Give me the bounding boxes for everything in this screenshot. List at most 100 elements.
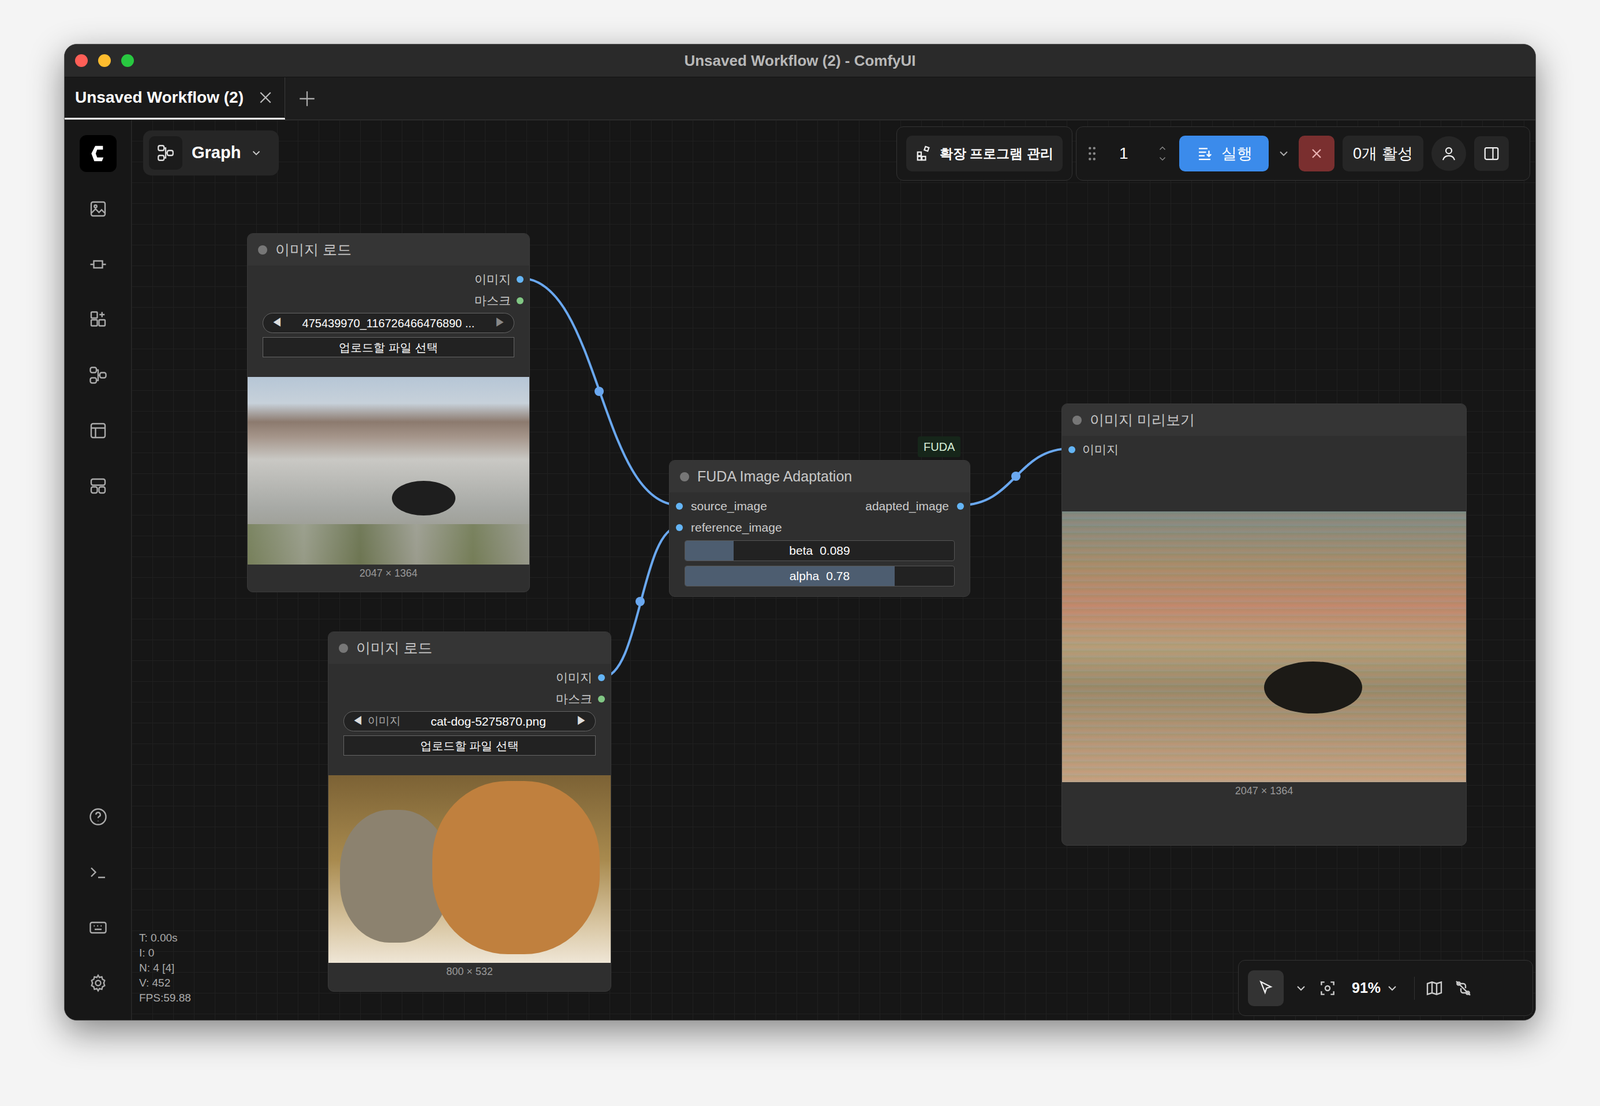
node-header[interactable]: FUDA Image Adaptation (669, 460, 970, 493)
select-tool-button[interactable] (1247, 970, 1284, 1007)
close-window-icon[interactable] (75, 54, 88, 67)
slider-widget[interactable]: alpha0.78 (684, 565, 955, 587)
increment-icon[interactable] (1156, 143, 1169, 154)
combo-next[interactable]: ▶ (494, 314, 506, 332)
minimap-icon[interactable] (1425, 978, 1444, 998)
slider-widget[interactable]: beta0.089 (684, 540, 955, 562)
extensions-button[interactable]: 확장 프로그램 관리 (906, 135, 1063, 172)
traffic-lights (75, 54, 134, 67)
fit-view-icon[interactable] (1318, 978, 1337, 998)
image-combo[interactable]: ◀ 이미지 cat-dog-5275870.png ▶ (343, 711, 596, 732)
output-slot[interactable]: 이미지 (247, 268, 530, 290)
output-slot[interactable]: 마스크 (247, 289, 530, 312)
run-queue-icon (1195, 144, 1214, 163)
fuda-node[interactable]: FUDA Image Adaptation source_image refer… (668, 460, 971, 597)
slot-dot[interactable] (956, 502, 964, 510)
stepper[interactable] (1156, 143, 1169, 164)
node-title: 이미지 로드 (356, 637, 433, 660)
node-header[interactable]: 이미지 로드 (328, 632, 611, 664)
zoom-window-icon[interactable] (121, 54, 134, 67)
load-image-node[interactable]: 이미지 로드 이미지 마스크 ◀ 475439970_1167264664768… (247, 233, 530, 593)
help-icon[interactable] (87, 789, 109, 845)
dog-shape (432, 780, 600, 955)
workflow-tab[interactable]: Unsaved Workflow (2) (64, 77, 286, 120)
combo-prev[interactable]: ◀ (352, 712, 364, 730)
output-slot[interactable]: adapted_image (865, 495, 970, 517)
image-combo[interactable]: ◀ 475439970_116726466476890 ... ▶ (262, 312, 515, 334)
terminal-icon[interactable] (87, 844, 109, 900)
slot-label: 마스크 (474, 291, 511, 310)
input-slot[interactable]: reference_image (669, 516, 783, 538)
output-slot[interactable]: 마스크 (328, 688, 611, 710)
link-wire (602, 526, 679, 678)
slot-label: 마스크 (555, 689, 593, 709)
hide-links-icon[interactable] (1453, 978, 1473, 998)
drag-handle-icon[interactable] (1084, 144, 1100, 163)
images-icon[interactable] (87, 181, 109, 237)
main-area: Graph 확장 프로그램 관리 1 (64, 120, 1536, 1020)
node-title: 이미지 미리보기 (1089, 409, 1195, 432)
node-library-icon[interactable] (87, 292, 109, 348)
queue-icon[interactable] (87, 458, 109, 514)
output-slot[interactable]: 이미지 (328, 666, 611, 689)
tool-chevron-icon[interactable] (1294, 981, 1308, 996)
link-wire (520, 278, 679, 506)
close-tab-icon[interactable] (256, 88, 275, 107)
slot-dot[interactable] (1068, 446, 1076, 454)
node-slots: source_image reference_image adapted_ima… (669, 492, 970, 538)
run-label: 실행 (1221, 141, 1253, 166)
active-jobs-button[interactable]: 0개 활성 (1342, 135, 1424, 172)
combo-prev[interactable]: ◀ (271, 314, 283, 332)
new-tab-button[interactable] (285, 77, 330, 120)
image-preview (328, 775, 611, 963)
combo-next[interactable]: ▶ (576, 712, 588, 730)
slot-dot[interactable] (675, 502, 683, 510)
settings-gear-icon[interactable] (87, 955, 109, 1011)
run-button[interactable]: 실행 (1179, 135, 1269, 172)
upload-label: 업로드할 파일 선택 (420, 737, 519, 755)
comfy-logo-icon[interactable] (79, 135, 117, 173)
slot-dot[interactable] (597, 674, 605, 682)
node-title: 이미지 로드 (275, 238, 352, 261)
upload-button[interactable]: 업로드할 파일 선택 (343, 735, 596, 756)
run-options-chevron-icon[interactable] (1276, 146, 1291, 161)
image-size: 2047 × 1364 (359, 565, 418, 582)
graph-canvas[interactable]: Graph 확장 프로그램 관리 1 (131, 120, 1536, 1020)
preview-image-node[interactable]: 이미지 미리보기 이미지 2047 × 1364 (1061, 403, 1467, 846)
model-library-icon[interactable] (87, 236, 109, 293)
templates-icon[interactable] (87, 402, 109, 459)
slider-value: 0.78 (825, 566, 850, 586)
image-preview (247, 376, 530, 565)
node-outputs: adapted_image (865, 495, 970, 538)
image-size-row: 2047 × 1364 (247, 564, 530, 582)
zoom-control[interactable]: 91% (1347, 977, 1404, 1000)
slot-dot[interactable] (675, 524, 683, 532)
input-slot[interactable]: 이미지 (1062, 438, 1467, 461)
batch-count-input[interactable]: 1 (1107, 135, 1172, 172)
panel-toggle-button[interactable] (1474, 136, 1509, 171)
pointer-icon (1257, 979, 1275, 997)
view-switcher[interactable]: Graph (143, 130, 279, 176)
slot-dot[interactable] (516, 275, 524, 283)
slot-dot[interactable] (516, 297, 524, 305)
user-button[interactable] (1431, 136, 1467, 171)
keyboard-icon[interactable] (87, 899, 109, 956)
node-inputs: source_image reference_image (669, 495, 783, 538)
stat-line: V: 452 (139, 975, 192, 991)
output-image (1062, 511, 1467, 783)
slot-dot[interactable] (597, 695, 605, 703)
divider (1414, 976, 1415, 1000)
node-widgets: beta0.089 alpha0.78 (669, 537, 970, 587)
node-header[interactable]: 이미지 로드 (247, 233, 530, 266)
input-slot[interactable]: source_image (669, 495, 783, 517)
node-header[interactable]: 이미지 미리보기 (1062, 404, 1467, 436)
minimize-window-icon[interactable] (98, 54, 111, 67)
workflows-icon[interactable] (87, 347, 109, 403)
load-image-node[interactable]: 이미지 로드 이미지 마스크 ◀ 이미지 cat-dog-5275870.png… (327, 631, 612, 992)
slider-label: beta (789, 541, 813, 560)
cancel-button[interactable] (1298, 135, 1335, 172)
decrement-icon[interactable] (1156, 153, 1169, 164)
graph-view-icon (148, 136, 183, 170)
badge-label: FUDA (923, 440, 955, 454)
upload-button[interactable]: 업로드할 파일 선택 (262, 337, 515, 358)
